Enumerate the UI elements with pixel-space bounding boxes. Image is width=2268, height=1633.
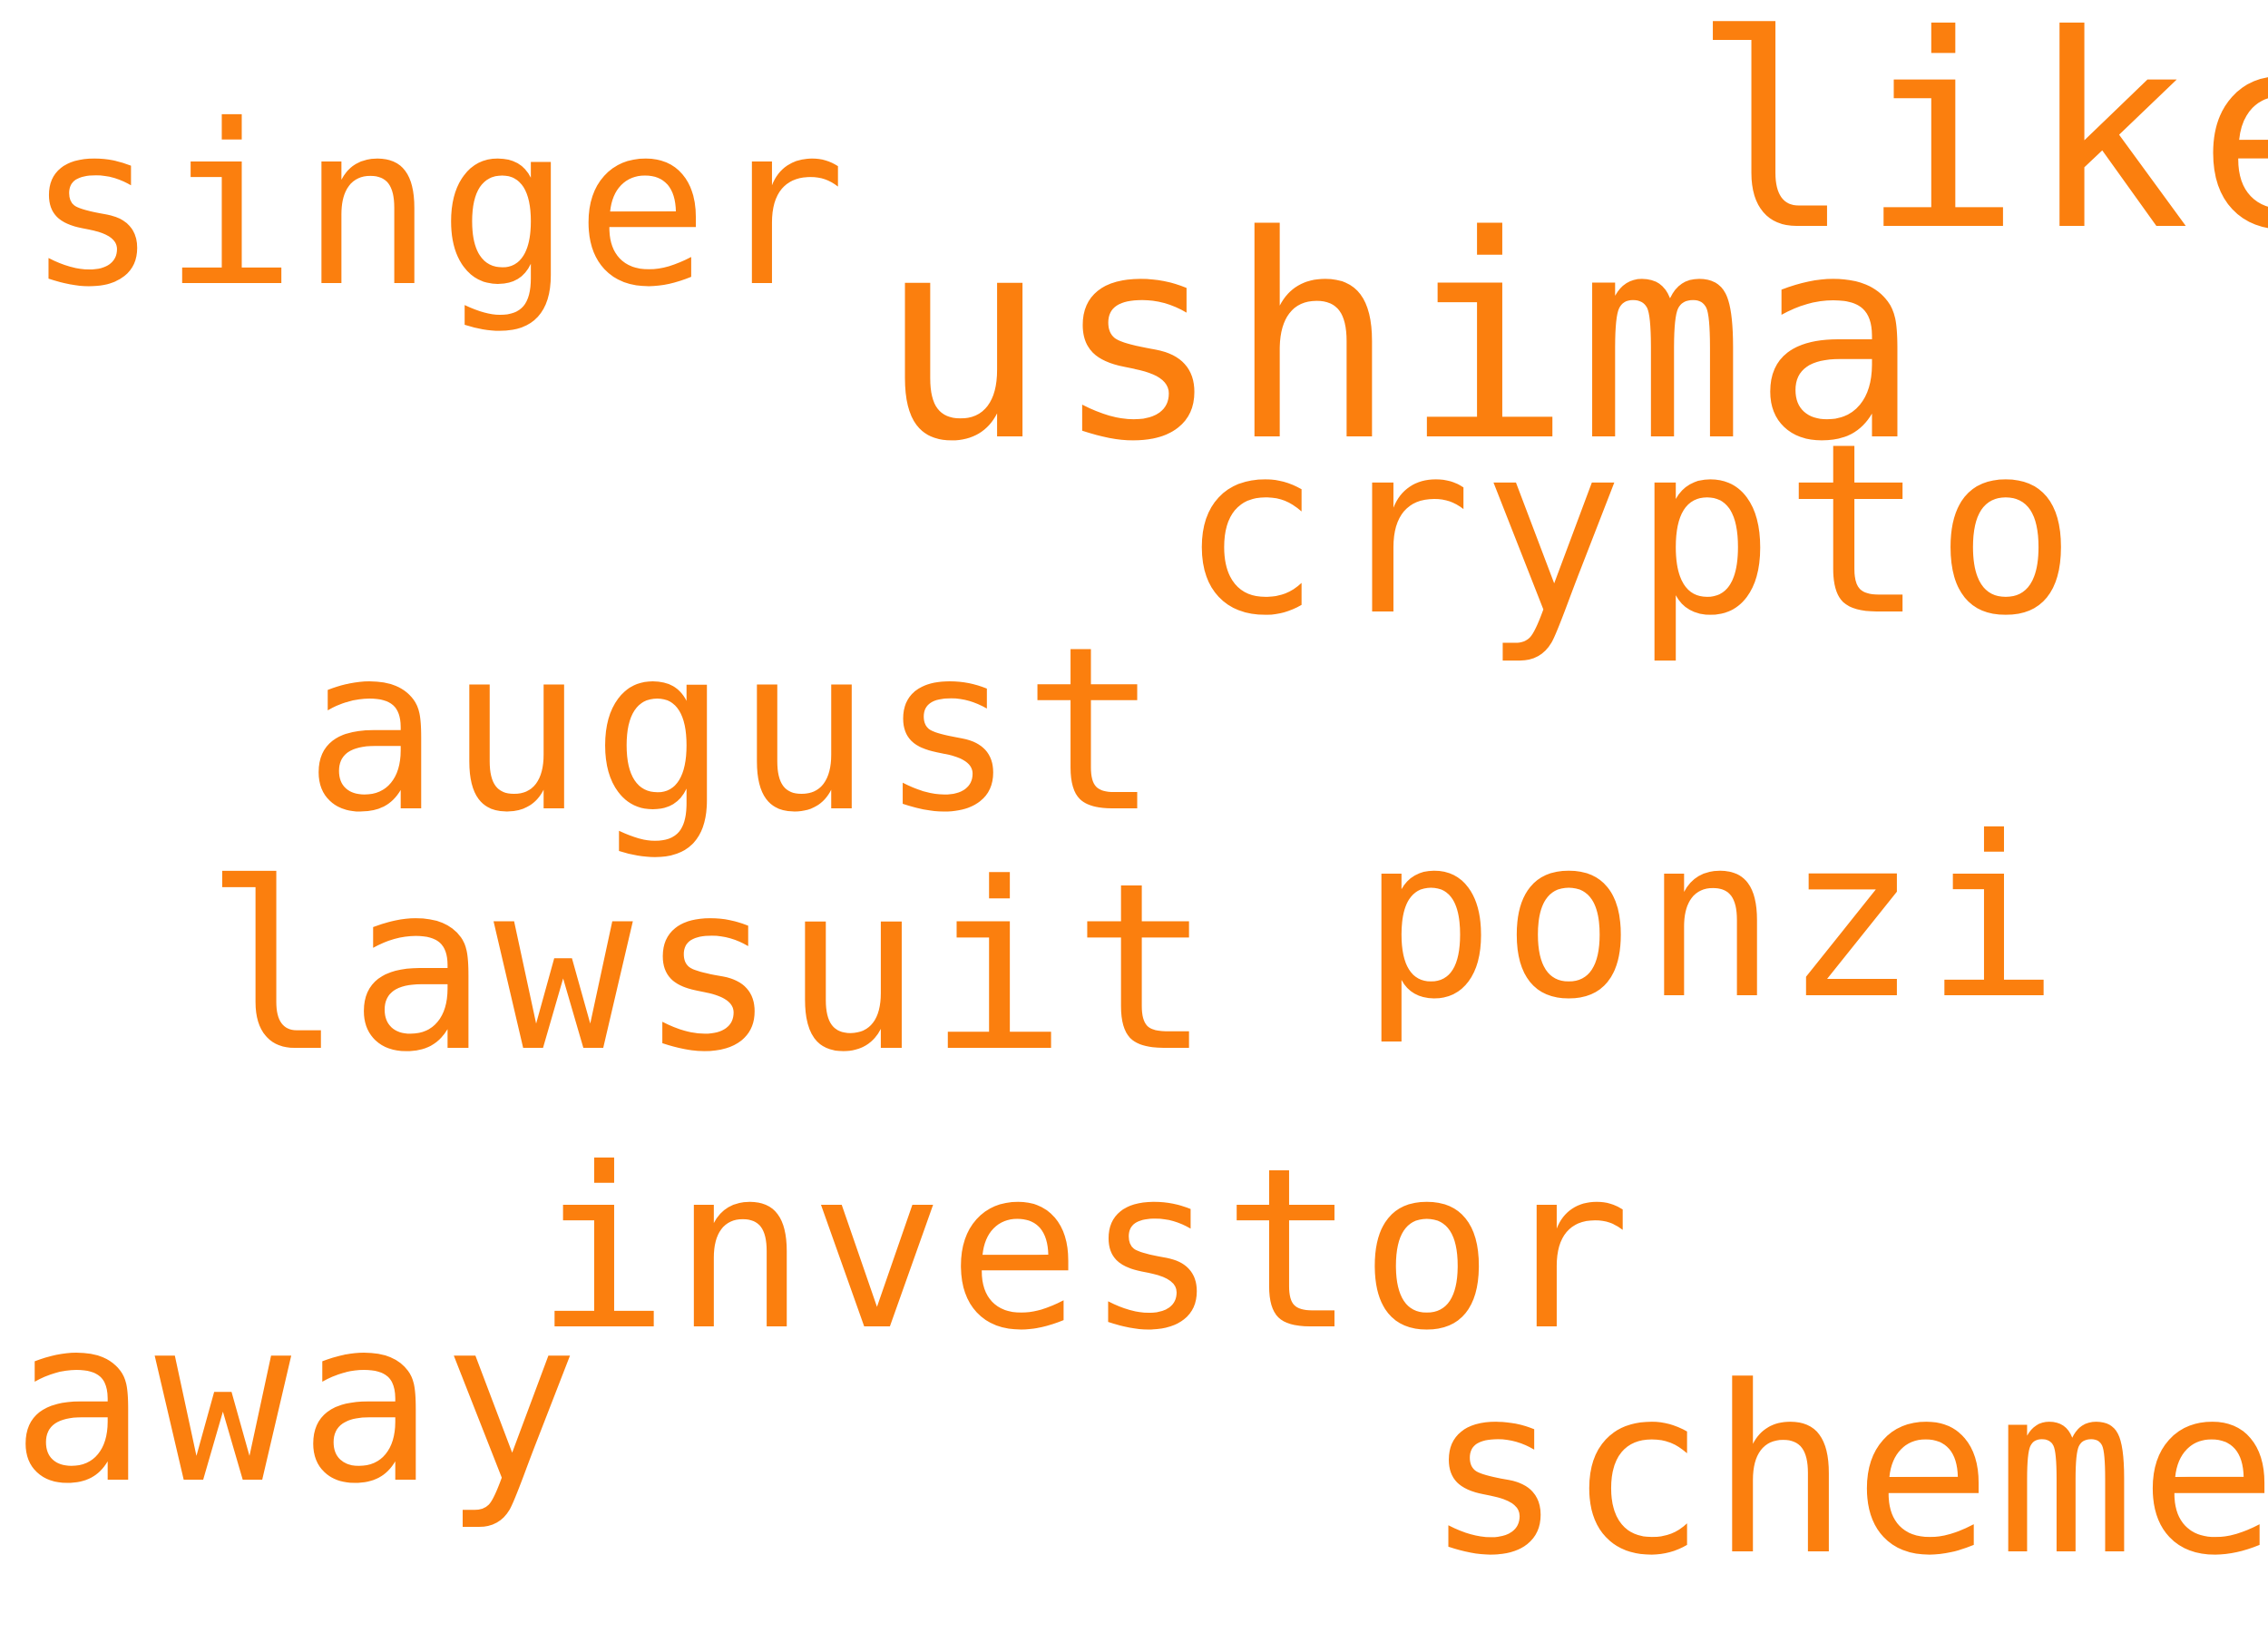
word-lawsuit: lawsuit <box>204 834 1217 1103</box>
word-scheme: scheme <box>1424 1337 2268 1607</box>
word-away: away <box>11 1269 587 1533</box>
word-august: august <box>304 598 1168 862</box>
word-singer: singer <box>25 77 851 336</box>
word-crypto: crypto <box>1179 394 2087 668</box>
word-investor: investor <box>535 1120 1636 1379</box>
word-ponzi: ponzi <box>1361 789 2067 1048</box>
